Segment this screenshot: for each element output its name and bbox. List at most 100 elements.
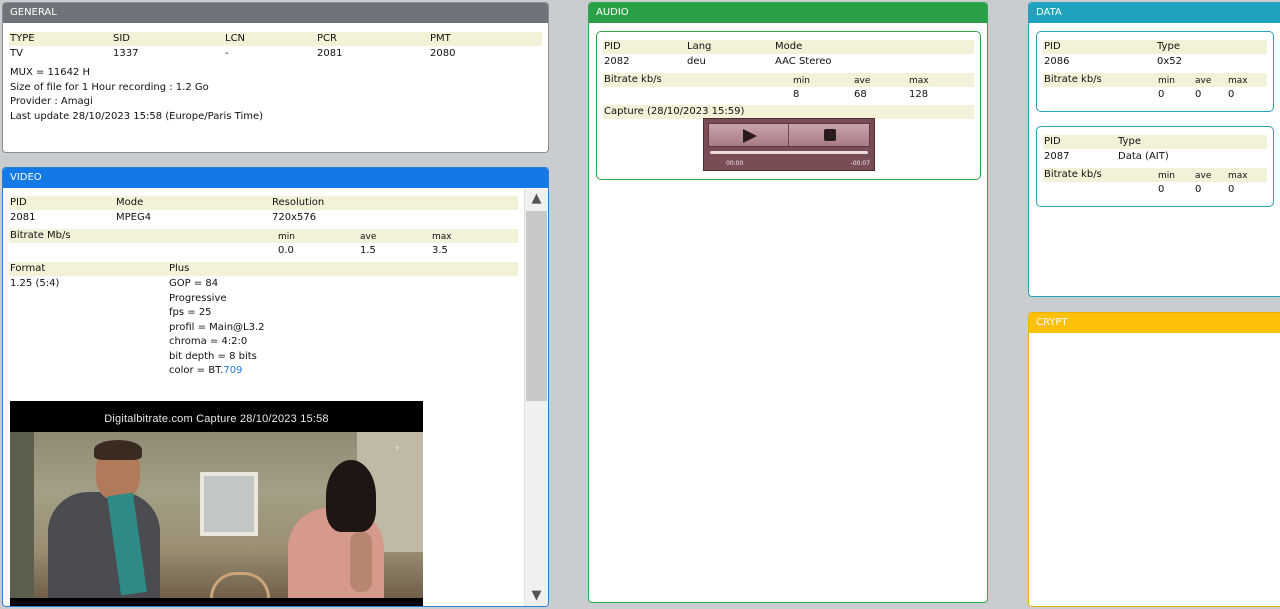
- data-header-pid: PID: [1044, 136, 1061, 147]
- crypt-panel-title: CRYPT: [1029, 313, 1280, 333]
- video-header-row: [9, 196, 518, 210]
- scroll-down-icon[interactable]: ▼: [525, 586, 548, 606]
- data-bitrate-label: Bitrate kb/s: [1044, 169, 1102, 180]
- general-header-pmt: PMT: [430, 33, 451, 44]
- data-bitrate-label: Bitrate kb/s: [1044, 74, 1102, 85]
- data-stat-min-value: 0: [1158, 184, 1165, 195]
- general-value-sid: 1337: [113, 48, 139, 59]
- video-stat-min-label: min: [278, 232, 295, 242]
- audio-header-mode: Mode: [775, 41, 803, 52]
- crypt-panel: CRYPT: [1028, 312, 1280, 607]
- video-value-pid: 2081: [10, 212, 36, 223]
- audio-stat-min-label: min: [793, 76, 810, 86]
- data-panel-title: DATA: [1029, 3, 1280, 23]
- scroll-up-icon[interactable]: ▲: [525, 189, 548, 209]
- data-header-pid: PID: [1044, 41, 1061, 52]
- audio-value-mode: AAC Stereo: [775, 56, 832, 67]
- audio-header-pid: PID: [604, 41, 621, 52]
- general-panel-title: GENERAL: [3, 3, 548, 23]
- data-panel: DATA PID Type 2086 0x52 Bitrate kb/s min…: [1028, 2, 1280, 297]
- data-value-pid: 2086: [1044, 56, 1070, 67]
- audio-seek-bar[interactable]: [710, 151, 868, 154]
- data-stream-box: PID Type 2086 0x52 Bitrate kb/s min ave …: [1036, 31, 1274, 112]
- stop-icon: [824, 129, 836, 141]
- audio-player: 00:00 -00:07: [703, 118, 875, 171]
- video-scroll-thumb[interactable]: [526, 211, 547, 401]
- video-stat-max-label: max: [432, 232, 452, 242]
- video-fps: fps = 25: [169, 307, 212, 318]
- audio-bitrate-label: Bitrate kb/s: [604, 74, 662, 85]
- video-scan: Progressive: [169, 292, 227, 304]
- video-format-row: [9, 262, 518, 276]
- audio-player-controls: [708, 123, 870, 147]
- video-header-resolution: Resolution: [272, 197, 325, 208]
- general-value-lcn: -: [225, 48, 229, 59]
- video-color-link[interactable]: 709: [223, 365, 242, 376]
- general-header-row: [9, 32, 542, 46]
- video-panel-title: VIDEO: [3, 168, 548, 188]
- data-header-row: [1043, 40, 1267, 54]
- video-capture-scene: ✦: [10, 432, 423, 598]
- audio-time-remaining: -00:07: [850, 160, 870, 167]
- play-icon: [743, 129, 757, 143]
- audio-header-lang: Lang: [687, 41, 712, 52]
- crypt-panel-body: [1029, 334, 1280, 606]
- general-provider: Provider : Amagi: [10, 96, 93, 107]
- data-stat-max-label: max: [1228, 171, 1248, 181]
- video-color-prefix: color = BT.: [169, 365, 224, 376]
- audio-capture-label: Capture (28/10/2023 15:59): [604, 106, 745, 117]
- data-stat-ave-value: 0: [1195, 184, 1202, 195]
- video-profile: profil = Main@L3.2: [169, 321, 265, 333]
- audio-panel-body: PID Lang Mode 2082 deu AAC Stereo Bitrat…: [589, 24, 987, 602]
- audio-stat-ave-value: 68: [854, 89, 867, 100]
- video-value-mode: MPEG4: [116, 212, 152, 223]
- data-stat-ave-label: ave: [1195, 76, 1212, 86]
- data-stat-min-value: 0: [1158, 89, 1165, 100]
- video-panel: VIDEO PID Mode Resolution 2081 MPEG4 720…: [2, 167, 549, 607]
- video-header-mode: Mode: [116, 197, 144, 208]
- data-header-row: [1043, 135, 1267, 149]
- general-header-type: TYPE: [10, 33, 35, 44]
- general-header-pcr: PCR: [317, 33, 337, 44]
- data-header-type: Type: [1157, 41, 1180, 52]
- data-panel-body: PID Type 2086 0x52 Bitrate kb/s min ave …: [1029, 24, 1280, 296]
- data-header-type: Type: [1118, 136, 1141, 147]
- general-header-lcn: LCN: [225, 33, 246, 44]
- video-stat-min-value: 0.0: [278, 245, 294, 256]
- audio-stat-min-value: 8: [793, 89, 800, 100]
- video-format-value: 1.25 (5:4): [10, 278, 60, 289]
- audio-value-lang: deu: [687, 56, 706, 67]
- audio-stream-box: PID Lang Mode 2082 deu AAC Stereo Bitrat…: [596, 31, 981, 180]
- video-panel-body: PID Mode Resolution 2081 MPEG4 720x576 B…: [3, 189, 524, 606]
- data-stat-min-label: min: [1158, 76, 1175, 86]
- general-value-pcr: 2081: [317, 48, 343, 59]
- video-scrollbar[interactable]: ▲ ▼: [524, 189, 548, 606]
- audio-time-elapsed: 00:00: [726, 160, 744, 167]
- video-stat-ave-label: ave: [360, 232, 377, 242]
- data-stat-max-label: max: [1228, 76, 1248, 86]
- video-format-label: Format: [10, 263, 46, 274]
- data-value-type: Data (AIT): [1118, 151, 1169, 162]
- video-stat-max-value: 3.5: [432, 245, 448, 256]
- data-stat-max-value: 0: [1228, 184, 1235, 195]
- data-stream-box: PID Type 2087 Data (AIT) Bitrate kb/s mi…: [1036, 126, 1274, 207]
- general-value-pmt: 2080: [430, 48, 456, 59]
- audio-panel-title: AUDIO: [589, 3, 987, 23]
- video-stat-ave-value: 1.5: [360, 245, 376, 256]
- data-stat-ave-value: 0: [1195, 89, 1202, 100]
- general-last-update: Last update 28/10/2023 15:58 (Europe/Par…: [10, 110, 264, 122]
- data-stat-max-value: 0: [1228, 89, 1235, 100]
- video-capture-caption: Digitalbitrate.com Capture 28/10/2023 15…: [104, 413, 329, 425]
- video-header-pid: PID: [10, 197, 27, 208]
- general-value-type: TV: [10, 48, 23, 59]
- stop-button[interactable]: [790, 124, 870, 146]
- play-button[interactable]: [709, 124, 789, 146]
- general-header-sid: SID: [113, 33, 130, 44]
- data-value-type: 0x52: [1157, 56, 1183, 67]
- general-file-size: Size of file for 1 Hour recording : 1.2 …: [10, 81, 209, 93]
- video-value-resolution: 720x576: [272, 212, 317, 223]
- audio-stat-max-label: max: [909, 76, 929, 86]
- video-bit-depth: bit depth = 8 bits: [169, 350, 257, 362]
- video-chroma: chroma = 4:2:0: [169, 336, 248, 347]
- general-panel: GENERAL TYPE SID LCN PCR PMT TV 1337 - 2…: [2, 2, 549, 153]
